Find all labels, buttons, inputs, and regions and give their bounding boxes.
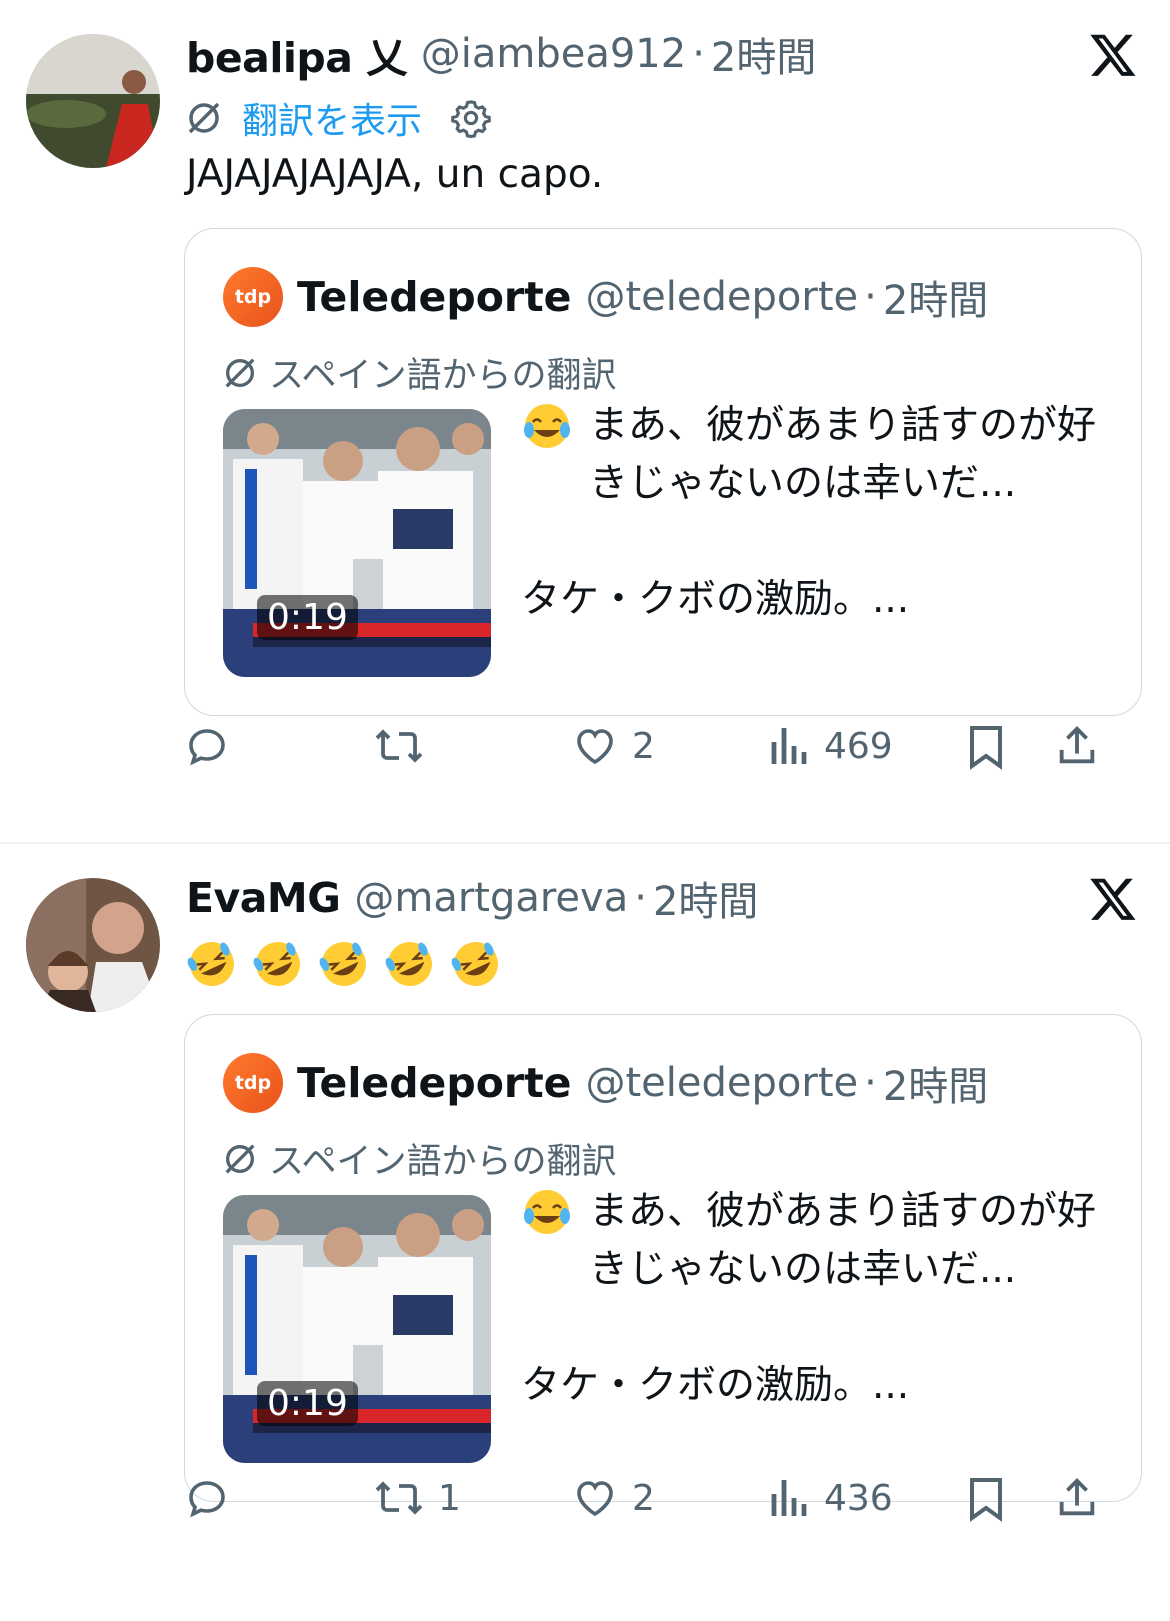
- author-handle[interactable]: @martgareva: [354, 875, 628, 921]
- quote-author-name[interactable]: Teledeporte: [297, 273, 572, 321]
- tweet-emoji-text: [186, 938, 502, 990]
- like-count: 2: [632, 1477, 655, 1519]
- rofl-emoji-icon: [187, 942, 234, 986]
- quote-header: tdp Teledeporte @teledeporte · 2時間: [223, 267, 988, 327]
- quote-text-line1: まあ、彼があまり話すのが好きじゃないのは幸いだ...: [589, 1189, 1097, 1292]
- quote-timestamp: 2時間: [882, 278, 989, 324]
- share-button[interactable]: [1054, 722, 1100, 770]
- reply-button[interactable]: [183, 722, 243, 770]
- translated-from-label: スペイン語からの翻訳: [221, 347, 617, 398]
- quote-author-handle[interactable]: @teledeporte: [586, 1060, 859, 1106]
- avatar[interactable]: [26, 878, 160, 1012]
- author-name[interactable]: EvaMG: [186, 874, 341, 922]
- separator: ·: [692, 31, 705, 77]
- rofl-emoji-icon: [385, 942, 432, 986]
- x-logo-icon[interactable]: [1088, 30, 1138, 80]
- tears-of-joy-emoji-icon: [524, 404, 570, 448]
- quote-author-name[interactable]: Teledeporte: [297, 1059, 572, 1107]
- like-button[interactable]: 2: [570, 1474, 655, 1522]
- quote-text-line2: タケ・クボの激励。...: [521, 1363, 910, 1408]
- timestamp[interactable]: 2時間: [711, 25, 816, 83]
- repost-icon: [375, 729, 423, 763]
- author-name[interactable]: bealipa 乂: [186, 24, 407, 84]
- heart-icon: [577, 1481, 613, 1517]
- video-duration: 0:19: [257, 595, 358, 640]
- author-handle[interactable]: @iambea912: [421, 31, 686, 77]
- views-chart-icon: [771, 1480, 807, 1516]
- quote-text: まあ、彼があまり話すのが好きじゃないのは幸いだ... タケ・クボの激励。...: [521, 1183, 1111, 1415]
- rofl-emoji-icon: [451, 942, 498, 986]
- repost-icon: [375, 1481, 423, 1515]
- translate-icon: [225, 1144, 255, 1173]
- rofl-emoji-icon: [253, 942, 300, 986]
- repost-button[interactable]: 1: [372, 1474, 461, 1522]
- quote-timestamp: 2時間: [882, 1064, 989, 1110]
- heart-icon: [577, 729, 613, 765]
- avatar[interactable]: [26, 34, 160, 168]
- tears-of-joy-emoji-icon: [524, 1190, 570, 1234]
- translated-from-text: スペイン語からの翻訳: [269, 1142, 617, 1182]
- translated-from-text: スペイン語からの翻訳: [269, 356, 617, 396]
- bookmark-button[interactable]: [964, 1474, 1008, 1522]
- video-thumbnail[interactable]: 0:19: [223, 1195, 491, 1463]
- show-translation-link[interactable]: 翻訳を表示: [242, 92, 422, 144]
- view-count: 436: [824, 1477, 893, 1519]
- views-button[interactable]: 436: [768, 1474, 893, 1522]
- quote-text: まあ、彼があまり話すのが好きじゃないのは幸いだ... タケ・クボの激励。...: [521, 397, 1111, 629]
- share-icon: [1059, 726, 1095, 764]
- gear-icon[interactable]: [450, 97, 492, 139]
- like-button[interactable]: 2: [570, 722, 655, 770]
- separator: ·: [864, 274, 877, 320]
- repost-count: 1: [438, 1477, 461, 1519]
- action-bar: 1 2 436: [0, 1474, 1170, 1534]
- quote-tweet[interactable]: tdp Teledeporte @teledeporte · 2時間 スペイン語…: [184, 1014, 1142, 1502]
- reply-icon: [189, 1481, 225, 1518]
- translate-icon: [188, 102, 220, 134]
- quote-header: tdp Teledeporte @teledeporte · 2時間: [223, 1053, 988, 1113]
- x-logo-icon[interactable]: [1088, 874, 1138, 924]
- quote-text-line1: まあ、彼があまり話すのが好きじゃないのは幸いだ...: [589, 403, 1097, 506]
- like-count: 2: [632, 725, 655, 767]
- action-bar: 2 469: [0, 722, 1170, 782]
- tweet-header: bealipa 乂 @iambea912 · 2時間: [186, 26, 816, 82]
- translate-icon: [225, 358, 255, 387]
- translate-row: 翻訳を表示: [184, 92, 492, 144]
- bookmark-icon: [970, 726, 1002, 770]
- tweet-1[interactable]: bealipa 乂 @iambea912 · 2時間 翻訳を表示 JAJAJAJ…: [0, 0, 1170, 842]
- views-button[interactable]: 469: [768, 722, 893, 770]
- tweet-header: EvaMG @martgareva · 2時間: [186, 870, 758, 926]
- teledeporte-avatar[interactable]: tdp: [223, 1053, 283, 1113]
- bookmark-button[interactable]: [964, 722, 1008, 770]
- reply-button[interactable]: [183, 1474, 243, 1522]
- teledeporte-avatar[interactable]: tdp: [223, 267, 283, 327]
- rofl-emoji-icon: [319, 942, 366, 986]
- share-button[interactable]: [1054, 1474, 1100, 1522]
- share-icon: [1059, 1478, 1095, 1516]
- view-count: 469: [824, 725, 893, 767]
- repost-button[interactable]: [372, 722, 438, 770]
- video-thumbnail[interactable]: 0:19: [223, 409, 491, 677]
- tweet-2[interactable]: EvaMG @martgareva · 2時間 tdp Teledeporte …: [0, 844, 1170, 1621]
- separator: ·: [864, 1060, 877, 1106]
- bookmark-icon: [970, 1478, 1002, 1522]
- video-duration: 0:19: [257, 1381, 358, 1426]
- timestamp[interactable]: 2時間: [653, 869, 758, 927]
- separator: ·: [634, 875, 647, 921]
- quote-author-handle[interactable]: @teledeporte: [586, 274, 859, 320]
- reply-icon: [189, 729, 225, 766]
- translated-from-label: スペイン語からの翻訳: [221, 1133, 617, 1184]
- tweet-text: JAJAJAJAJAJA, un capo.: [186, 152, 604, 197]
- views-chart-icon: [771, 728, 807, 764]
- quote-tweet[interactable]: tdp Teledeporte @teledeporte · 2時間 スペイン語…: [184, 228, 1142, 716]
- quote-text-line2: タケ・クボの激励。...: [521, 577, 910, 622]
